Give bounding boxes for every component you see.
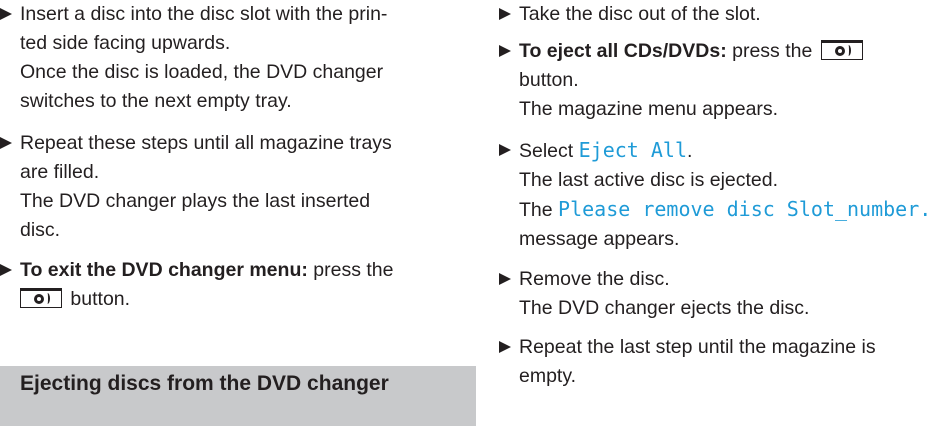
step-text: Take the disc out of the slot. [519, 3, 761, 25]
step-remove-disc: Remove the disc. The DVD changer ejects … [499, 265, 946, 323]
step-insert-disc: Insert a disc into the disc slot with th… [0, 0, 476, 116]
step-text: Repeat these steps until all magazine tr… [20, 132, 392, 154]
triangle-bullet-icon [0, 8, 12, 20]
triangle-bullet-icon [499, 341, 511, 353]
step-result: switches to the next empty tray. [20, 90, 292, 112]
step-text: Insert a disc into the disc slot with th… [20, 3, 388, 25]
step-result: The magazine menu appears. [519, 98, 779, 120]
step-exit-menu: To exit the DVD changer menu: press the … [0, 256, 476, 314]
section-heading: Ejecting discs from the DVD changer [0, 366, 476, 426]
step-text: ted side facing upwards. [20, 32, 231, 54]
triangle-bullet-icon [0, 264, 12, 276]
triangle-bullet-icon [499, 144, 511, 156]
step-text: press the [732, 40, 813, 62]
period: . [687, 140, 693, 162]
disc-eject-button-icon [820, 40, 863, 60]
triangle-bullet-icon [0, 137, 12, 149]
step-text: empty. [519, 365, 577, 387]
step-text: press the [313, 259, 394, 281]
menu-item-eject-all: Eject All [578, 138, 687, 162]
step-result: disc. [20, 219, 61, 241]
step-eject-all: To eject all CDs/DVDs: press the button.… [499, 37, 946, 124]
step-repeat-last: Repeat the last step until the magazine … [499, 333, 946, 391]
instruction-label: To eject all CDs/DVDs: [519, 40, 727, 62]
step-take-disc: Take the disc out of the slot. [499, 0, 946, 29]
triangle-bullet-icon [499, 8, 511, 20]
step-text: button. [519, 69, 579, 91]
step-text: Remove the disc. [519, 268, 670, 290]
step-result: message appears. [519, 228, 680, 250]
step-text: Repeat the last step until the magazine … [519, 336, 876, 358]
display-message: Please remove disc Slot_number. [558, 197, 932, 221]
step-result: The DVD changer plays the last inserted [20, 190, 371, 212]
step-select-eject-all: Select Eject All. The last active disc i… [499, 136, 946, 254]
step-result: The [519, 199, 553, 221]
instruction-label: To exit the DVD changer menu: [20, 259, 308, 281]
step-result: The last active disc is ejected. [519, 169, 779, 191]
step-text: Select [519, 140, 574, 162]
step-result: Once the disc is loaded, the DVD changer [20, 61, 384, 83]
triangle-bullet-icon [499, 45, 511, 57]
step-result: The DVD changer ejects the disc. [519, 297, 810, 319]
disc-eject-button-icon [20, 288, 62, 308]
step-text: are filled. [20, 161, 100, 183]
step-text: button. [70, 288, 131, 310]
triangle-bullet-icon [499, 273, 511, 285]
step-repeat-fill: Repeat these steps until all magazine tr… [0, 129, 476, 245]
